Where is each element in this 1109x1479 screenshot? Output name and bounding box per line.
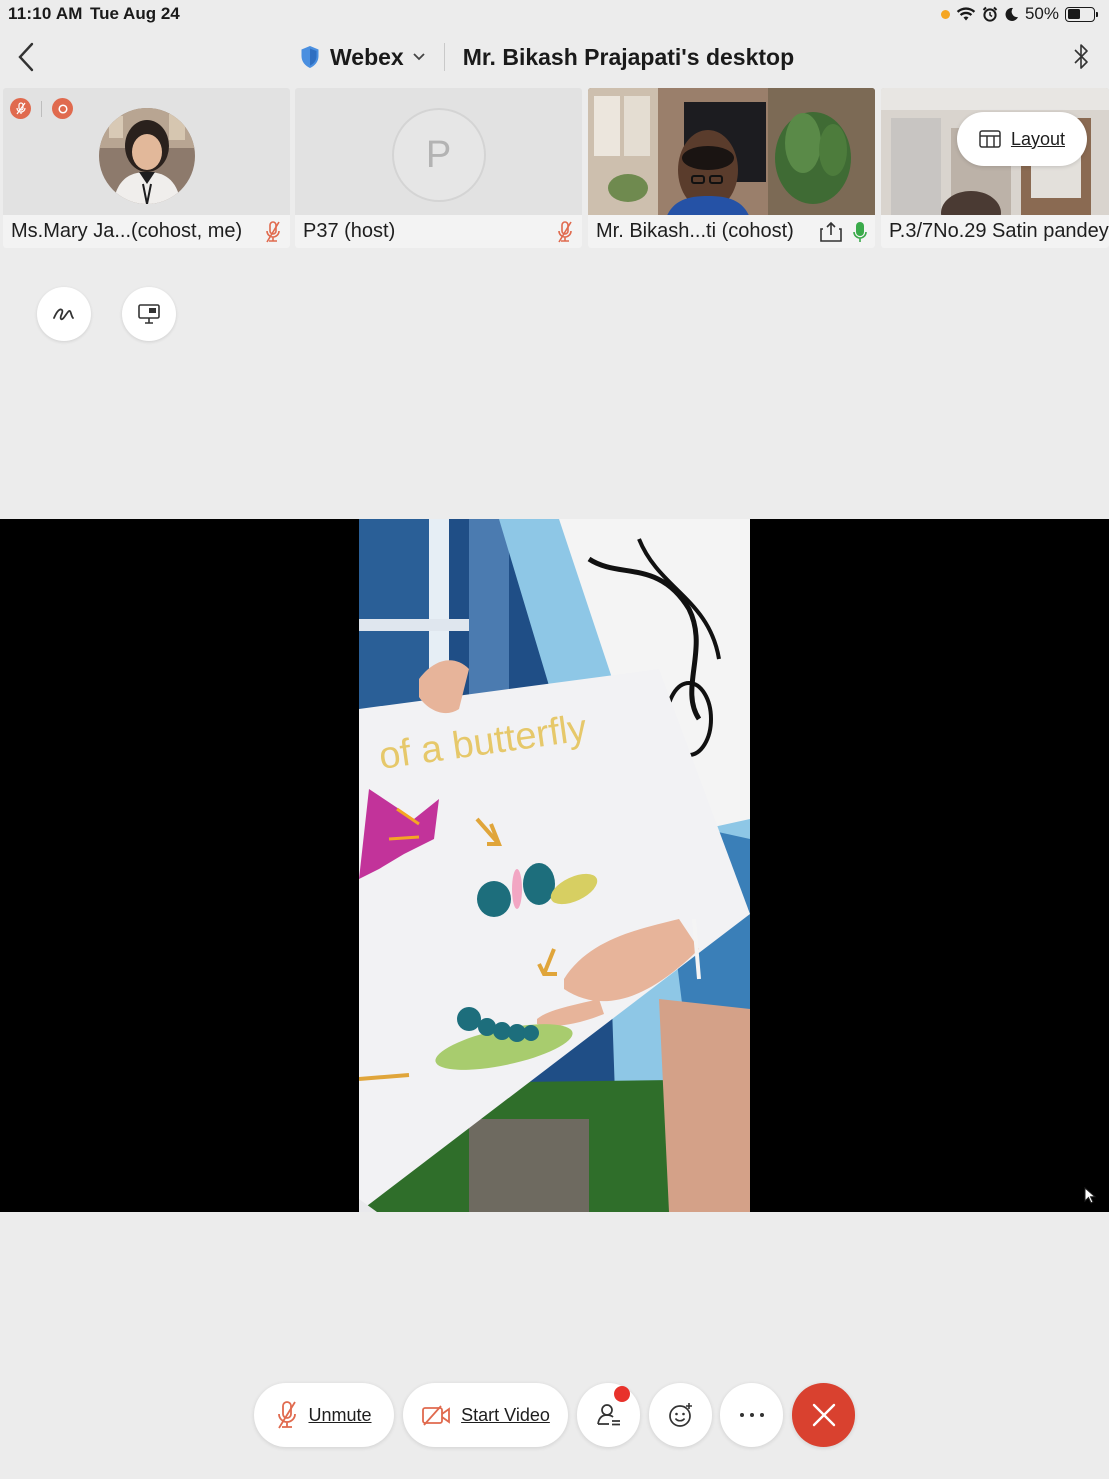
mouse-cursor-icon [1084,1187,1097,1204]
badge-divider [41,100,42,117]
layout-button[interactable]: Layout [956,112,1087,166]
participant-name: P.3/7No.29 Satin pandey [889,220,1109,242]
alarm-icon [982,6,998,22]
participant-tile-host[interactable]: P P37 (host) [295,88,582,248]
status-bar: 11:10 AM Tue Aug 24 50% [0,0,1109,28]
shield-icon [301,46,319,68]
bluetooth-icon [1074,44,1088,69]
title-bar: Webex Mr. Bikash Prajapati's desktop [0,28,1109,86]
share-view-button[interactable] [122,287,176,341]
layout-grid-icon [979,130,1001,148]
back-button[interactable] [12,40,42,74]
more-dots-icon [739,1413,764,1417]
mic-active-icon [853,221,867,242]
mic-muted-icon [266,220,280,242]
self-status-badges [10,98,73,119]
participant-name-bar: P37 (host) [295,215,582,248]
unmute-button[interactable]: Unmute [254,1383,394,1447]
record-badge-icon [52,98,73,119]
status-indicators: 50% [940,4,1098,24]
participant-tile-self[interactable]: Ms.Mary Ja...(cohost, me) [3,88,290,248]
notification-dot [614,1386,630,1402]
participant-name-bar: Mr. Bikash...ti (cohost) [588,215,875,248]
leave-meeting-button[interactable] [792,1383,855,1447]
emoji-reaction-icon [668,1403,692,1427]
avatar [98,108,195,204]
bluetooth-button[interactable] [1069,40,1093,74]
start-video-label: Start Video [461,1404,550,1425]
webex-menu[interactable]: Webex [330,44,426,71]
meeting-title: Webex Mr. Bikash Prajapati's desktop [300,40,794,74]
status-date: Tue Aug 24 [90,4,180,23]
battery-percent: 50% [1024,4,1059,23]
participant-tile-satin[interactable]: P.3/7No.29 Satin pandey Layout [881,88,1109,248]
start-video-button[interactable]: Start Video [403,1383,568,1447]
annotate-pen-icon [53,308,74,321]
webex-meeting-screen: 11:10 AM Tue Aug 24 50% Webex Mr. Bikash… [0,0,1109,1479]
close-icon [812,1403,835,1427]
annotate-button[interactable] [37,287,91,341]
mic-muted-icon [278,1401,297,1429]
participant-tile-cohost-video[interactable]: Mr. Bikash...ti (cohost) [588,88,875,248]
participants-strip: Ms.Mary Ja...(cohost, me) P P37 (host) M… [0,88,1109,250]
participant-name-bar: P.3/7No.29 Satin pandey [881,215,1109,248]
wifi-icon [956,7,976,21]
avatar: P [391,108,486,202]
participant-video [588,88,875,218]
chevron-down-icon [413,53,425,61]
do-not-disturb-icon [1005,7,1018,21]
shared-video-frame: of a butterfly [359,519,750,1212]
layout-button-label: Layout [1010,128,1065,149]
recording-dot-icon [940,9,950,19]
battery-level [1067,9,1080,19]
shared-desktop-title: Mr. Bikash Prajapati's desktop [462,43,795,70]
participants-list-icon [596,1404,620,1426]
battery-icon [1065,6,1098,22]
mic-muted-icon [558,220,572,242]
reactions-button[interactable] [649,1383,712,1447]
muted-badge-icon [10,98,31,119]
chevron-left-icon [18,42,34,72]
participants-button[interactable] [577,1383,640,1447]
participant-name-bar: Ms.Mary Ja...(cohost, me) [3,215,290,248]
more-options-button[interactable] [720,1383,783,1447]
video-off-icon [422,1405,451,1426]
participant-name: Mr. Bikash...ti (cohost) [596,220,794,242]
webex-label: Webex [330,43,404,70]
title-divider [443,43,445,71]
shared-screen: of a butterfly [0,519,1109,1212]
status-time: 11:10 AM [8,4,83,23]
unmute-label: Unmute [308,1404,372,1425]
participant-name: Ms.Mary Ja...(cohost, me) [11,220,243,242]
share-screen-icon [820,221,842,242]
screen-share-view-icon [138,304,160,324]
meeting-controls: Unmute Start Video [0,1383,1109,1447]
participant-name: P37 (host) [303,220,396,242]
